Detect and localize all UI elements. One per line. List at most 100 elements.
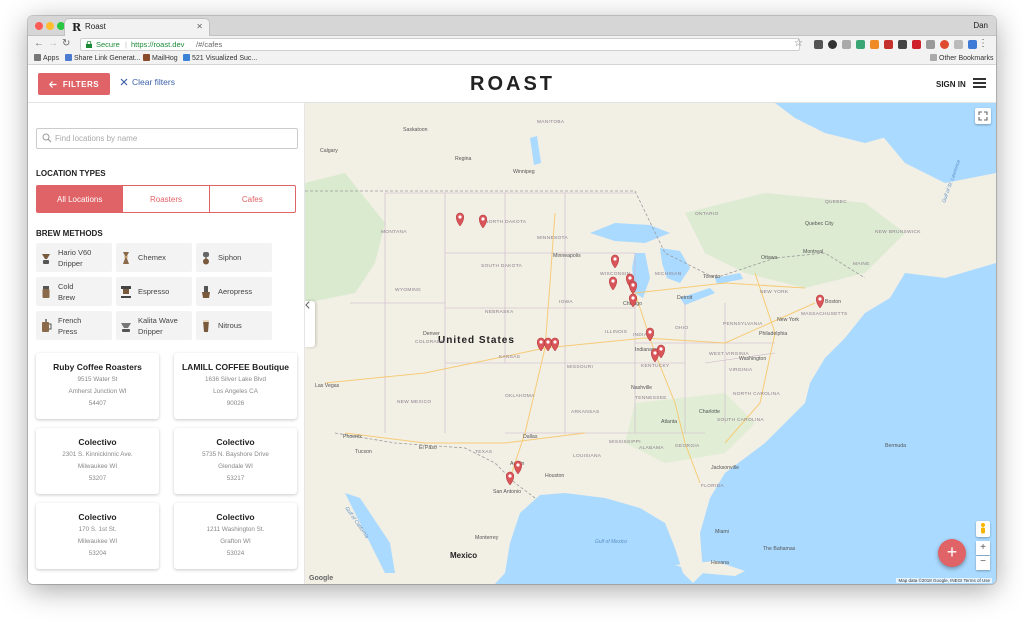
city-label: Philadelphia	[759, 331, 787, 337]
cafe-zip: 53204	[88, 550, 107, 557]
bookmark-label: Apps	[43, 55, 59, 62]
brew-methods-title: BREW METHODS	[36, 229, 103, 238]
state-label: MANITOBA	[537, 119, 565, 125]
cafe-zip: 53207	[88, 475, 107, 482]
city-label: Houston	[545, 473, 564, 479]
tab-cafes[interactable]: Cafes	[210, 186, 295, 212]
extension-circle-icon[interactable]	[940, 40, 949, 49]
country-label-mexico: Mexico	[450, 551, 477, 560]
city-label: Havana	[711, 560, 729, 566]
brew-cold-brew[interactable]: Cold Brew	[36, 277, 112, 306]
minimize-window-button[interactable]	[46, 22, 54, 30]
state-label: NEW MEXICO	[397, 399, 431, 405]
brew-kalita-wave[interactable]: Kalita Wave Dripper	[116, 311, 192, 340]
filters-sidebar: LOCATION TYPES All Locations Roasters Ca…	[28, 103, 305, 584]
extension-block-icon[interactable]	[828, 40, 837, 49]
extension-honey-icon[interactable]	[870, 40, 879, 49]
search-input[interactable]	[55, 132, 291, 145]
reload-icon[interactable]: ↻	[62, 38, 70, 49]
state-label: MASSACHUSETTS	[801, 311, 848, 317]
bookmark-mailhog[interactable]: MailHog	[143, 54, 178, 62]
roast-logo[interactable]: ROAST	[470, 73, 555, 96]
apps-grid-icon	[34, 54, 41, 61]
hamburger-menu-icon[interactable]	[973, 78, 986, 88]
browser-tab[interactable]: R Roast ✕	[64, 18, 210, 36]
tab-close-icon[interactable]: ✕	[196, 22, 203, 31]
state-label: MAINE	[853, 261, 870, 267]
cafe-card[interactable]: Colectivo 1211 Washington St. Grafton WI…	[174, 503, 297, 569]
extension-cloud-icon[interactable]	[842, 40, 851, 49]
espresso-icon	[121, 285, 131, 298]
browser-menu-icon[interactable]: ⋮	[978, 38, 988, 49]
tab-all-locations[interactable]: All Locations	[37, 186, 124, 212]
map-view[interactable]: United States Mexico Calgary Saskatoon R…	[305, 103, 996, 584]
back-icon[interactable]: ←	[34, 38, 44, 49]
city-label: Winnipeg	[513, 169, 535, 175]
brew-french-press[interactable]: French Press	[36, 311, 112, 340]
other-bookmarks[interactable]: Other Bookmarks	[930, 54, 993, 62]
brew-siphon[interactable]: Siphon	[196, 243, 272, 272]
sign-in-link[interactable]: SIGN IN	[936, 80, 966, 89]
french-press-icon	[42, 318, 52, 332]
city-label: Saskatoon	[403, 127, 428, 133]
cafe-card[interactable]: Colectivo 2301 S. Kinnickinnic Ave. Milw…	[36, 428, 159, 494]
fullscreen-button[interactable]	[975, 108, 991, 124]
extension-gray-icon[interactable]	[954, 40, 963, 49]
extension-buffer-icon[interactable]	[898, 40, 907, 49]
city-label: El Paso	[419, 445, 437, 451]
cafe-card[interactable]: Colectivo 170 S. 1st St. Milwaukee WI 53…	[36, 503, 159, 569]
extension-lastpass-icon[interactable]	[884, 40, 893, 49]
extension-blue-icon[interactable]	[968, 40, 977, 49]
search-box[interactable]	[36, 128, 298, 149]
extension-page-icon[interactable]	[926, 40, 935, 49]
extension-vue-icon[interactable]	[856, 40, 865, 49]
state-label: MISSOURI	[567, 364, 593, 370]
bookmark-share-link[interactable]: Share Link Generat...	[65, 54, 141, 62]
cafe-city: Milwaukee WI	[77, 463, 118, 470]
brew-aeropress[interactable]: Aeropress	[196, 277, 272, 306]
cafe-card[interactable]: LAMILL COFFEE Boutique 1636 Silver Lake …	[174, 353, 297, 419]
filters-button[interactable]: FILTERS	[38, 73, 110, 95]
url-field[interactable]: Secure | https://roast.dev /#/cafes	[80, 38, 800, 51]
cafe-card[interactable]: Ruby Coffee Roasters 9515 Water St Amher…	[36, 353, 159, 419]
zoom-in-button[interactable]: +	[976, 541, 990, 555]
close-window-button[interactable]	[35, 22, 43, 30]
clear-filters-label: Clear filters	[132, 77, 175, 87]
bookmark-star-icon[interactable]: ☆	[794, 38, 803, 49]
bookmark-visualized[interactable]: 521 Visualized Suc...	[183, 54, 257, 62]
forward-icon[interactable]: →	[48, 38, 58, 49]
brew-espresso[interactable]: Espresso	[116, 277, 192, 306]
clear-filters-button[interactable]: Clear filters	[120, 77, 175, 87]
brew-label-line1: Siphon	[218, 253, 242, 262]
cafe-street: 170 S. 1st St.	[78, 526, 117, 533]
tab-title: Roast	[85, 22, 106, 31]
state-label: NEW YORK	[760, 289, 789, 295]
zoom-out-button[interactable]: −	[976, 556, 990, 570]
state-label: MINNESOTA	[537, 235, 568, 241]
cafe-card[interactable]: Colectivo 5735 N. Bayshore Drive Glendal…	[174, 428, 297, 494]
close-icon	[120, 78, 128, 86]
cafe-city: Amherst Junction WI	[68, 388, 127, 395]
city-label: Dallas	[523, 434, 538, 440]
profile-name[interactable]: Dan	[973, 21, 988, 30]
brew-nitrous[interactable]: Nitrous	[196, 311, 272, 340]
brew-label-line2: Dripper	[58, 258, 83, 268]
cafe-street: 2301 S. Kinnickinnic Ave.	[62, 451, 133, 458]
extension-red-icon[interactable]	[912, 40, 921, 49]
city-label: Bermuda	[885, 443, 906, 449]
state-label: FLORIDA	[701, 483, 724, 489]
extension-pocket-icon[interactable]	[814, 40, 823, 49]
siphon-icon	[203, 251, 209, 264]
google-logo: Google	[309, 575, 334, 582]
state-label: ILLINOIS	[605, 329, 627, 335]
bookmark-apps[interactable]: Apps	[34, 54, 59, 62]
brew-chemex[interactable]: Chemex	[116, 243, 192, 272]
street-view-pegman-icon[interactable]	[976, 521, 990, 537]
collapse-sidebar-button[interactable]	[305, 301, 315, 347]
tab-roasters[interactable]: Roasters	[123, 186, 210, 212]
add-location-button[interactable]: +	[938, 539, 966, 567]
brew-hario-v60[interactable]: Hario V60 Dripper	[36, 243, 112, 272]
cafe-zip: 54407	[88, 400, 107, 407]
map-attribution[interactable]: Map data ©2018 Google, INEGI Terms of Us…	[896, 578, 992, 583]
cafe-name: Colectivo	[216, 437, 255, 447]
